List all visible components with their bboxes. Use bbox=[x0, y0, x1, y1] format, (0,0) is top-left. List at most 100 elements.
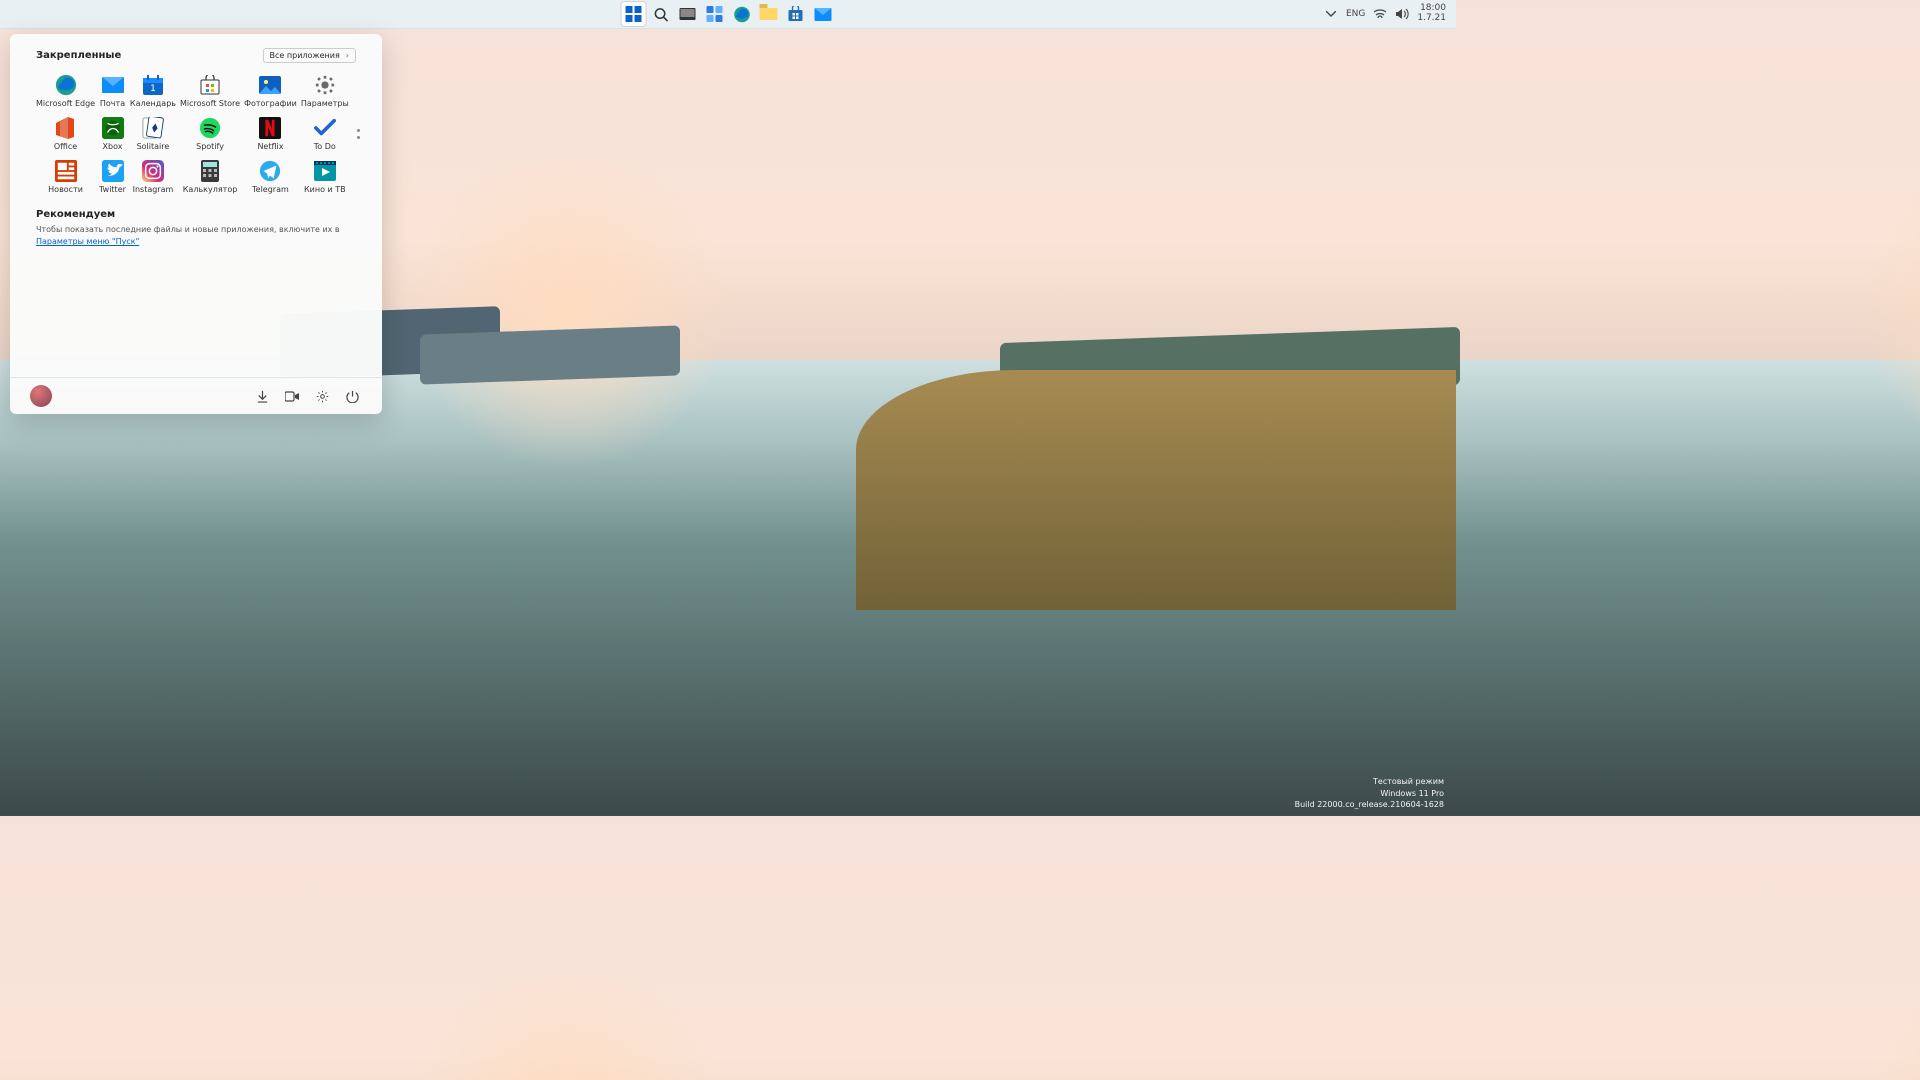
explorer-button[interactable] bbox=[757, 2, 781, 26]
recommended-section-title: Рекомендуем bbox=[36, 209, 356, 220]
app-label: Spotify bbox=[196, 143, 224, 152]
mail-button[interactable] bbox=[811, 2, 835, 26]
pinned-apps-grid: Microsoft Edge Почта 1 Календарь Microsoft S… bbox=[36, 71, 349, 197]
video-icon bbox=[285, 391, 299, 402]
store-icon bbox=[788, 6, 804, 22]
download-icon bbox=[256, 390, 269, 403]
pinned-app-photos[interactable]: Фотографии bbox=[244, 71, 297, 112]
pinned-app-netflix[interactable]: Netflix bbox=[244, 114, 297, 155]
app-label: Новости bbox=[48, 186, 83, 195]
app-label: Instagram bbox=[133, 186, 174, 195]
clock-date: 1.7.21 bbox=[1417, 14, 1446, 24]
app-label: Solitaire bbox=[137, 143, 170, 152]
taskview-icon bbox=[680, 8, 696, 20]
pinned-app-news[interactable]: Новости bbox=[36, 157, 95, 198]
power-icon bbox=[346, 390, 359, 403]
pinned-app-calendar[interactable]: 1 Календарь bbox=[130, 71, 176, 112]
mail-icon bbox=[814, 8, 831, 21]
user-avatar-button[interactable] bbox=[30, 385, 52, 407]
next-page-button[interactable] bbox=[353, 125, 364, 143]
app-label: Microsoft Edge bbox=[36, 100, 95, 109]
search-icon bbox=[653, 7, 668, 22]
recommended-hint: Чтобы показать последние файлы и новые п… bbox=[36, 224, 356, 248]
pinned-app-store[interactable]: Microsoft Store bbox=[180, 71, 240, 112]
calc-icon bbox=[199, 160, 221, 182]
power-button[interactable] bbox=[342, 386, 362, 406]
app-label: Параметры bbox=[301, 100, 349, 109]
windows-icon bbox=[626, 6, 642, 22]
clock-button[interactable]: 18:00 1.7.21 bbox=[1417, 4, 1446, 24]
app-label: Netflix bbox=[257, 143, 283, 152]
app-label: To Do bbox=[314, 143, 336, 152]
taskview-button[interactable] bbox=[676, 2, 700, 26]
app-label: Календарь bbox=[130, 100, 176, 109]
pinned-app-telegram[interactable]: Telegram bbox=[244, 157, 297, 198]
settings-button[interactable] bbox=[312, 386, 332, 406]
pinned-app-settings[interactable]: Параметры bbox=[301, 71, 349, 112]
desktop-watermark: Тестовый режим Windows 11 Pro Build 2200… bbox=[1295, 776, 1444, 810]
edge-icon bbox=[733, 6, 750, 23]
widgets-button[interactable] bbox=[703, 2, 727, 26]
movies-icon bbox=[314, 160, 336, 182]
store-icon bbox=[199, 74, 221, 96]
pinned-app-movies[interactable]: Кино и ТВ bbox=[301, 157, 349, 198]
store-button[interactable] bbox=[784, 2, 808, 26]
app-label: Калькулятор bbox=[183, 186, 238, 195]
pinned-app-office[interactable]: Office bbox=[36, 114, 95, 155]
app-label: Twitter bbox=[99, 186, 126, 195]
wallpaper-grass bbox=[856, 370, 1456, 610]
calendar-icon: 1 bbox=[142, 74, 164, 96]
pinned-app-edge[interactable]: Microsoft Edge bbox=[36, 71, 95, 112]
start-button[interactable] bbox=[622, 2, 646, 26]
wifi-button[interactable] bbox=[1373, 7, 1387, 21]
twitter-icon bbox=[102, 160, 124, 182]
pinned-app-spotify[interactable]: Spotify bbox=[180, 114, 240, 155]
telegram-icon bbox=[259, 160, 281, 182]
taskbar: ENG 18:00 1.7.21 bbox=[0, 0, 1456, 29]
pinned-app-calc[interactable]: Калькулятор bbox=[180, 157, 240, 198]
chevron-right-icon: › bbox=[346, 51, 349, 60]
solitaire-icon bbox=[142, 117, 164, 139]
instagram-icon bbox=[142, 160, 164, 182]
office-icon bbox=[55, 117, 77, 139]
wifi-icon bbox=[1373, 9, 1387, 20]
start-settings-link[interactable]: Параметры меню "Пуск" bbox=[36, 237, 139, 246]
pinned-app-mail[interactable]: Почта bbox=[99, 71, 126, 112]
pinned-section-title: Закрепленные bbox=[36, 50, 121, 61]
todo-icon bbox=[314, 117, 336, 139]
volume-button[interactable] bbox=[1395, 7, 1409, 21]
start-menu-footer bbox=[10, 377, 382, 414]
all-apps-button[interactable]: Все приложения › bbox=[263, 48, 356, 63]
edge-button[interactable] bbox=[730, 2, 754, 26]
pinned-app-instagram[interactable]: Instagram bbox=[130, 157, 176, 198]
pinned-app-todo[interactable]: To Do bbox=[301, 114, 349, 155]
videos-button[interactable] bbox=[282, 386, 302, 406]
app-label: Microsoft Store bbox=[180, 100, 240, 109]
all-apps-label: Все приложения bbox=[270, 51, 340, 60]
widgets-icon bbox=[707, 6, 723, 22]
start-menu: Закрепленные Все приложения › Microsoft … bbox=[10, 34, 382, 414]
taskbar-center-group bbox=[622, 2, 835, 26]
search-button[interactable] bbox=[649, 2, 673, 26]
gear-icon bbox=[316, 390, 329, 403]
app-label: Xbox bbox=[103, 143, 123, 152]
news-icon bbox=[55, 160, 77, 182]
language-indicator[interactable]: ENG bbox=[1346, 9, 1365, 19]
app-label: Почта bbox=[100, 100, 125, 109]
spotify-icon bbox=[199, 117, 221, 139]
pinned-app-xbox[interactable]: Xbox bbox=[99, 114, 126, 155]
pinned-app-solitaire[interactable]: Solitaire bbox=[130, 114, 176, 155]
edge-icon bbox=[55, 74, 77, 96]
app-label: Telegram bbox=[252, 186, 289, 195]
pinned-app-twitter[interactable]: Twitter bbox=[99, 157, 126, 198]
tray-overflow-button[interactable] bbox=[1324, 7, 1338, 21]
app-label: Фотографии bbox=[244, 100, 297, 109]
downloads-button[interactable] bbox=[252, 386, 272, 406]
folder-icon bbox=[760, 8, 778, 20]
photos-icon bbox=[259, 74, 281, 96]
wallpaper-mountain bbox=[420, 325, 680, 384]
settings-icon bbox=[314, 74, 336, 96]
speaker-icon bbox=[1395, 8, 1409, 20]
mail-icon bbox=[102, 74, 124, 96]
taskbar-system-tray: ENG 18:00 1.7.21 bbox=[1324, 4, 1456, 24]
